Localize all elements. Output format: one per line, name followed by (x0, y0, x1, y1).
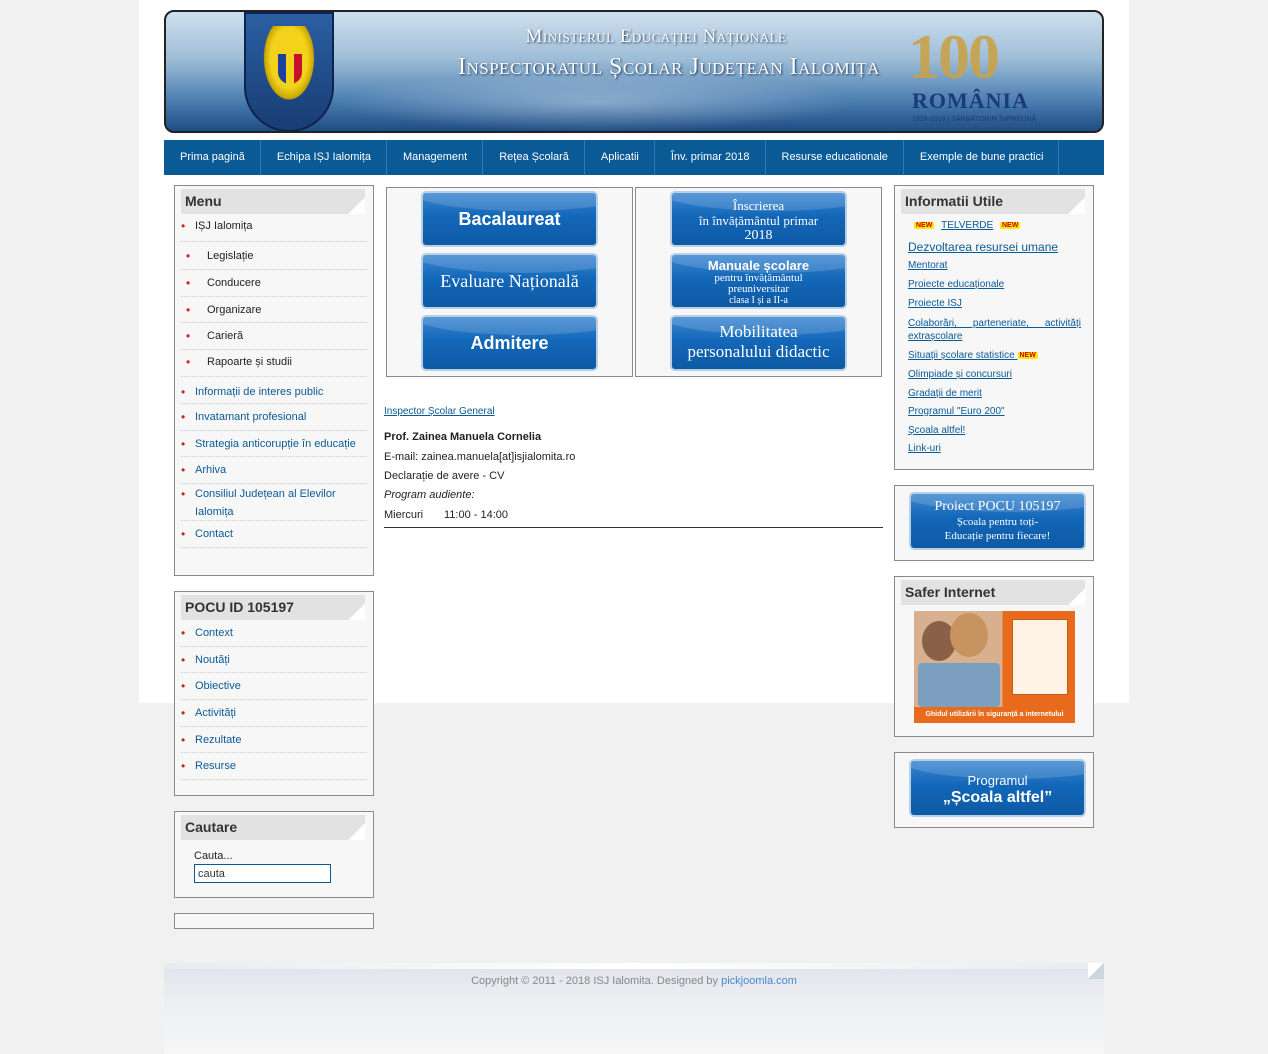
menu-item-rapoarte[interactable]: Rapoarte și studii (181, 350, 367, 377)
scoala-altfel-module: Programul „Școala altfel” (894, 752, 1094, 828)
util-link-situatii-statistice[interactable]: Situații școlare statistice NEW (908, 350, 1081, 369)
footer-copyright: Copyright © 2011 - 2018 ISJ Ialomita. De… (471, 975, 797, 987)
main-navigation: Prima pagină Echipa IȘJ Ialomița Managem… (164, 140, 1104, 175)
util-link-proiecte-educationale[interactable]: Proiecte educaționale (908, 279, 1081, 298)
telverde-row: NEW TELVERDE NEW (914, 220, 1021, 231)
search-label: Cauta... (194, 850, 233, 862)
pocu-item-rezultate[interactable]: Rezultate (181, 727, 367, 753)
content-divider (384, 527, 883, 528)
pocu-banner-module: Proiect POCU 105197 Școala pentru toți- … (894, 485, 1094, 561)
pocu-item-activitati[interactable]: Activități (181, 700, 367, 727)
new-badge: NEW (999, 221, 1021, 229)
nav-echipa[interactable]: Echipa IȘJ Ialomița (261, 140, 387, 175)
site-footer: Copyright © 2011 - 2018 ISJ Ialomita. De… (164, 963, 1104, 1054)
empty-module (174, 913, 374, 929)
pocu-item-resurse[interactable]: Resurse (181, 753, 367, 780)
util-link-gradatii[interactable]: Gradații de merit (908, 388, 1081, 406)
laptop-icon (918, 663, 1000, 707)
site-header: Ministerul Educației Naționale Inspector… (164, 10, 1104, 133)
ministry-title: Ministerul Educației Naționale (525, 26, 787, 47)
menu-item-arhiva[interactable]: Arhiva (181, 457, 367, 484)
informatii-utile-module: Informatii Utile NEW TELVERDE NEW Dezvol… (894, 185, 1094, 470)
nav-resurse[interactable]: Resurse educationale (766, 140, 904, 175)
declaratie-avere[interactable]: Declarație de avere - CV (384, 470, 504, 482)
pocu-item-noutati[interactable]: Noutăți (181, 647, 367, 673)
inspectorate-title: Inspectoratul Școlar Județean Ialomița (458, 54, 880, 80)
safer-internet-module: Safer Internet Ghidul utilizării în sigu… (894, 576, 1094, 737)
util-link-euro-200[interactable]: Programul "Euro 200" (908, 406, 1081, 425)
designer-link[interactable]: pickjoomla.com (721, 975, 797, 987)
menu-item-contact[interactable]: Contact (181, 521, 367, 548)
menu-item-isj[interactable]: IȘJ Ialomița (181, 216, 367, 242)
program-audiente-label: Program audiente: (384, 489, 475, 501)
pocu-item-context[interactable]: Context (181, 620, 367, 647)
nav-prima-pagina[interactable]: Prima pagină (164, 140, 261, 175)
coat-of-arms-icon (244, 12, 334, 131)
safer-internet-caption: Ghidul utilizării în siguranță a interne… (914, 707, 1075, 723)
nav-inv-primar[interactable]: Înv. primar 2018 (655, 140, 766, 175)
telverde-link[interactable]: TELVERDE (941, 220, 993, 231)
new-badge: NEW (1017, 351, 1038, 359)
util-link-proiecte-isj[interactable]: Proiecte ISJ (908, 298, 1081, 317)
menu-item-invatamant-profesional[interactable]: Invatamant profesional (181, 404, 367, 431)
util-link-mentorat[interactable]: Mentorat (908, 260, 1081, 279)
safer-internet-image[interactable]: Ghidul utilizării în siguranță a interne… (914, 611, 1075, 723)
util-link-colaborari[interactable]: Colaborări, parteneriate, activități ext… (908, 317, 1081, 350)
menu-item-informatii[interactable]: Informații de interes public (181, 377, 367, 407)
manuale-banner[interactable]: Manuale școlare pentru învățământul preu… (670, 253, 847, 309)
safer-internet-title: Safer Internet (901, 580, 1085, 605)
util-link-link-uri[interactable]: Link-uri (908, 443, 1081, 461)
pocu-module: POCU ID 105197 Context Noutăți Obiective… (174, 591, 374, 796)
util-link-olimpiade[interactable]: Olimpiade și concursuri (908, 369, 1081, 388)
pocu-title: POCU ID 105197 (181, 595, 365, 620)
menu-module: Menu IȘJ Ialomița Legislație Conducere O… (174, 185, 374, 576)
scoala-altfel-banner[interactable]: Programul „Școala altfel” (909, 759, 1086, 817)
menu-title: Menu (181, 189, 365, 214)
new-badge: NEW (914, 221, 935, 229)
menu-item-cariera[interactable]: Carieră (181, 323, 367, 350)
nav-aplicatii[interactable]: Aplicatii (585, 140, 655, 175)
audiente-day: Miercuri (384, 509, 424, 521)
inspector-email: E-mail: zainea.manuela[at]isjialomita.ro (384, 451, 576, 463)
nav-retea-scolara[interactable]: Rețea Școlară (483, 140, 585, 175)
search-input[interactable] (194, 864, 331, 883)
pocu-item-obiective[interactable]: Obiective (181, 673, 367, 700)
menu-item-anticoruptie[interactable]: Strategia anticorupție în educație (181, 431, 367, 457)
audiente-hours: 11:00 - 14:00 (444, 509, 509, 521)
mobilitate-banner[interactable]: Mobilitatea personalului didactic (670, 315, 847, 371)
menu-item-organizare[interactable]: Organizare (181, 297, 367, 323)
informatii-utile-title: Informatii Utile (901, 189, 1085, 214)
menu-item-consiliul-elevilor[interactable]: Consiliul Județean al Elevilor Ialomița (181, 484, 367, 521)
nav-exemple[interactable]: Exemple de bune practici (904, 140, 1060, 175)
menu-item-conducere[interactable]: Conducere (181, 270, 367, 297)
guide-cover-icon (1012, 619, 1068, 695)
proiect-pocu-banner[interactable]: Proiect POCU 105197 Școala pentru toți- … (909, 492, 1086, 550)
inspector-name: Prof. Zainea Manuela Cornelia (384, 431, 542, 443)
util-link-scoala-altfel[interactable]: Școala altfel! (908, 425, 1081, 443)
person-icon (950, 613, 988, 657)
inscriere-banner[interactable]: Înscrierea în învățământul primar 2018 (670, 191, 847, 247)
inspector-link[interactable]: Inspector Școlar General (384, 406, 495, 417)
search-module: Cautare Cauta... (174, 811, 374, 898)
romania-100-logo: 100 ROMÂNIA 1918-2018 | SĂRBĂTORIM ÎMPRE… (908, 21, 1037, 123)
evaluare-nationala-banner[interactable]: Evaluare Națională (421, 253, 598, 309)
bacalaureat-banner[interactable]: Bacalaureat (421, 191, 598, 247)
dezvoltarea-link[interactable]: Dezvoltarea resursei umane (908, 240, 1058, 254)
menu-item-legislatie[interactable]: Legislație (181, 242, 367, 270)
search-title: Cautare (181, 815, 365, 840)
nav-management[interactable]: Management (387, 140, 484, 175)
admitere-banner[interactable]: Admitere (421, 315, 598, 371)
